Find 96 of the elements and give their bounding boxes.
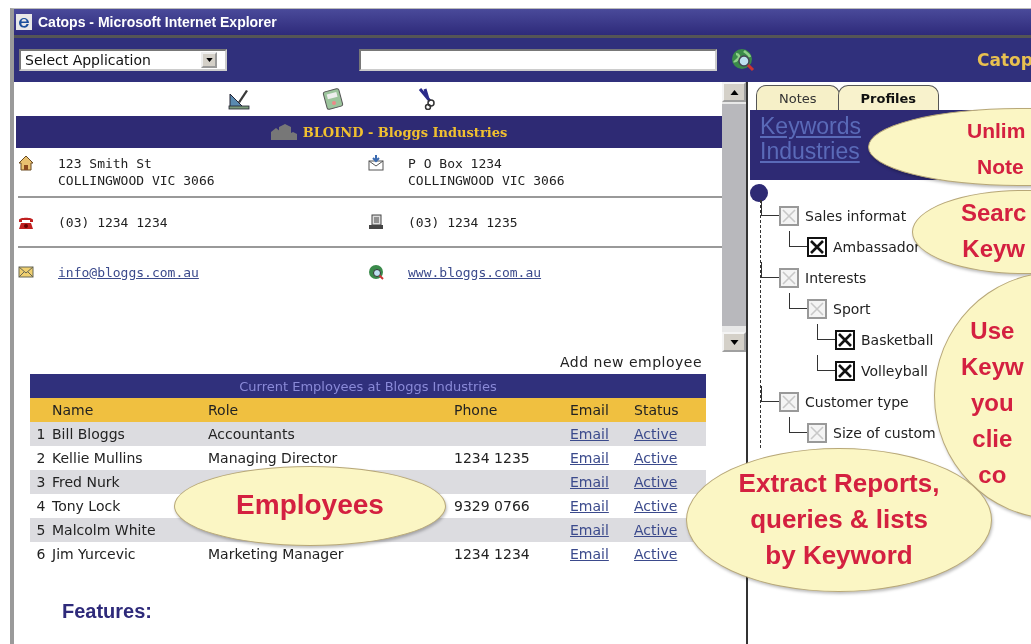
checked-checkbox[interactable]	[807, 236, 827, 257]
employee-name: Fred Nurk	[52, 474, 121, 490]
employee-phone: 1234 1234	[454, 546, 530, 562]
tab[interactable]: Notes	[756, 85, 840, 110]
fax-number: (03) 1234 1235	[408, 213, 518, 231]
callout-text: you	[971, 389, 1014, 416]
callout-text: Searc	[961, 199, 1027, 226]
employee-name: Kellie Mullins	[52, 450, 144, 466]
employee-phone: 1234 1235	[454, 450, 530, 466]
company-banner: BLOIND - Bloggs Industries	[16, 116, 722, 148]
envelope-icon	[18, 263, 34, 280]
row-number: 1	[35, 426, 47, 442]
unchecked-checkbox[interactable]	[807, 422, 827, 443]
set-square-pencil-icon[interactable]	[228, 88, 250, 110]
keyword-label: Basketball	[861, 331, 934, 348]
employee-name: Bill Bloggs	[52, 426, 126, 442]
features-heading: Features:	[62, 600, 154, 623]
status-link[interactable]: Active	[634, 450, 678, 466]
callout-text: Note	[977, 155, 1024, 178]
application-select[interactable]: Select Application	[19, 49, 227, 71]
status-link[interactable]: Active	[634, 498, 678, 514]
search-field[interactable]	[359, 49, 717, 71]
fax-machine-icon	[368, 213, 384, 230]
callout-text: by Keyword	[765, 540, 913, 570]
callout-text: queries & lists	[750, 504, 928, 534]
keyword-label: Ambassador	[833, 238, 921, 255]
email-link[interactable]: Email	[570, 522, 609, 538]
table-title: Current Employees at Bloggs Industries	[239, 378, 497, 394]
email-link[interactable]: Email	[570, 498, 609, 514]
email-link[interactable]: Email	[570, 426, 609, 442]
column-header: Phone	[454, 402, 499, 418]
callout-text: Employees	[236, 489, 384, 520]
employee-name: Malcolm White	[52, 522, 157, 538]
unchecked-checkbox[interactable]	[807, 298, 827, 319]
checked-checkbox[interactable]	[835, 329, 855, 350]
row-number: 3	[35, 474, 47, 490]
status-link[interactable]: Active	[634, 426, 678, 442]
employee-name: Jim Yurcevic	[52, 546, 137, 562]
tree-root-icon	[750, 184, 768, 202]
buildings-icon	[270, 124, 297, 140]
website-link[interactable]: www.bloggs.com.au	[408, 263, 542, 281]
street-address: 123 Smith St COLLINGWOOD VIC 3066	[58, 155, 215, 189]
row-number: 2	[35, 450, 47, 466]
status-link[interactable]: Active	[634, 546, 678, 562]
checked-checkbox[interactable]	[835, 360, 855, 381]
callout-text: co	[978, 461, 1007, 488]
scroll-thumb[interactable]	[722, 104, 746, 326]
tab[interactable]: Profiles	[837, 85, 940, 110]
employee-role: Accountants	[208, 426, 295, 442]
callout-text: Keyw	[961, 353, 1024, 380]
keyword-label: Volleyball	[861, 362, 928, 379]
row-number: 4	[35, 498, 47, 514]
row-number: 5	[35, 522, 47, 538]
column-header: Name	[52, 402, 95, 418]
keyword-label: Sport	[833, 300, 871, 317]
callout-text: Unlim	[967, 119, 1026, 142]
calculator-icon[interactable]	[322, 88, 344, 110]
globe-icon	[368, 263, 384, 280]
callout-text: clie	[972, 425, 1013, 452]
row-number: 6	[35, 546, 47, 562]
keyword-label: Interests	[805, 269, 867, 286]
column-header: Email	[570, 402, 610, 418]
browser-icon	[16, 14, 32, 30]
email-link[interactable]: Email	[570, 474, 609, 490]
keyword-label: Customer type	[805, 393, 909, 410]
scissors-icon[interactable]	[416, 88, 438, 110]
keyword-label: Size of custom	[833, 424, 936, 441]
employee-role: Marketing Manager	[208, 546, 344, 562]
unchecked-checkbox[interactable]	[779, 205, 799, 226]
status-link[interactable]: Active	[634, 522, 678, 538]
employee-name: Tony Lock	[52, 498, 122, 514]
unchecked-checkbox[interactable]	[779, 391, 799, 412]
scrollbar[interactable]	[722, 82, 746, 352]
phone-number: (03) 1234 1234	[58, 213, 168, 231]
employee-role: Managing Director	[208, 450, 338, 466]
globe-search-icon[interactable]	[731, 48, 755, 72]
add-employee-link[interactable]: Add new employee	[559, 354, 702, 370]
column-header: Status	[634, 402, 680, 418]
email-link[interactable]: Email	[570, 450, 609, 466]
column-header: Role	[208, 402, 240, 418]
postal-address: P O Box 1234 COLLINGWOOD VIC 3066	[408, 155, 565, 189]
callout-text: Extract Reports,	[738, 468, 940, 498]
keyword-label: Sales informat	[805, 207, 907, 224]
scroll-up-icon[interactable]	[729, 89, 739, 95]
dropdown-arrow-icon	[205, 58, 213, 62]
status-link[interactable]: Active	[634, 474, 678, 490]
unchecked-checkbox[interactable]	[779, 267, 799, 288]
employee-phone: 9329 0766	[454, 498, 530, 514]
callout-text: Keyw	[962, 235, 1026, 262]
house-icon	[18, 155, 34, 171]
email-link[interactable]: info@bloggs.com.au	[58, 263, 199, 281]
scroll-down-icon[interactable]	[729, 339, 739, 345]
envelope-arrow-icon	[368, 155, 384, 171]
callout-text: Use	[970, 317, 1015, 344]
email-link[interactable]: Email	[570, 546, 609, 562]
window-title: Catops - Microsoft Internet Explorer	[38, 14, 277, 30]
